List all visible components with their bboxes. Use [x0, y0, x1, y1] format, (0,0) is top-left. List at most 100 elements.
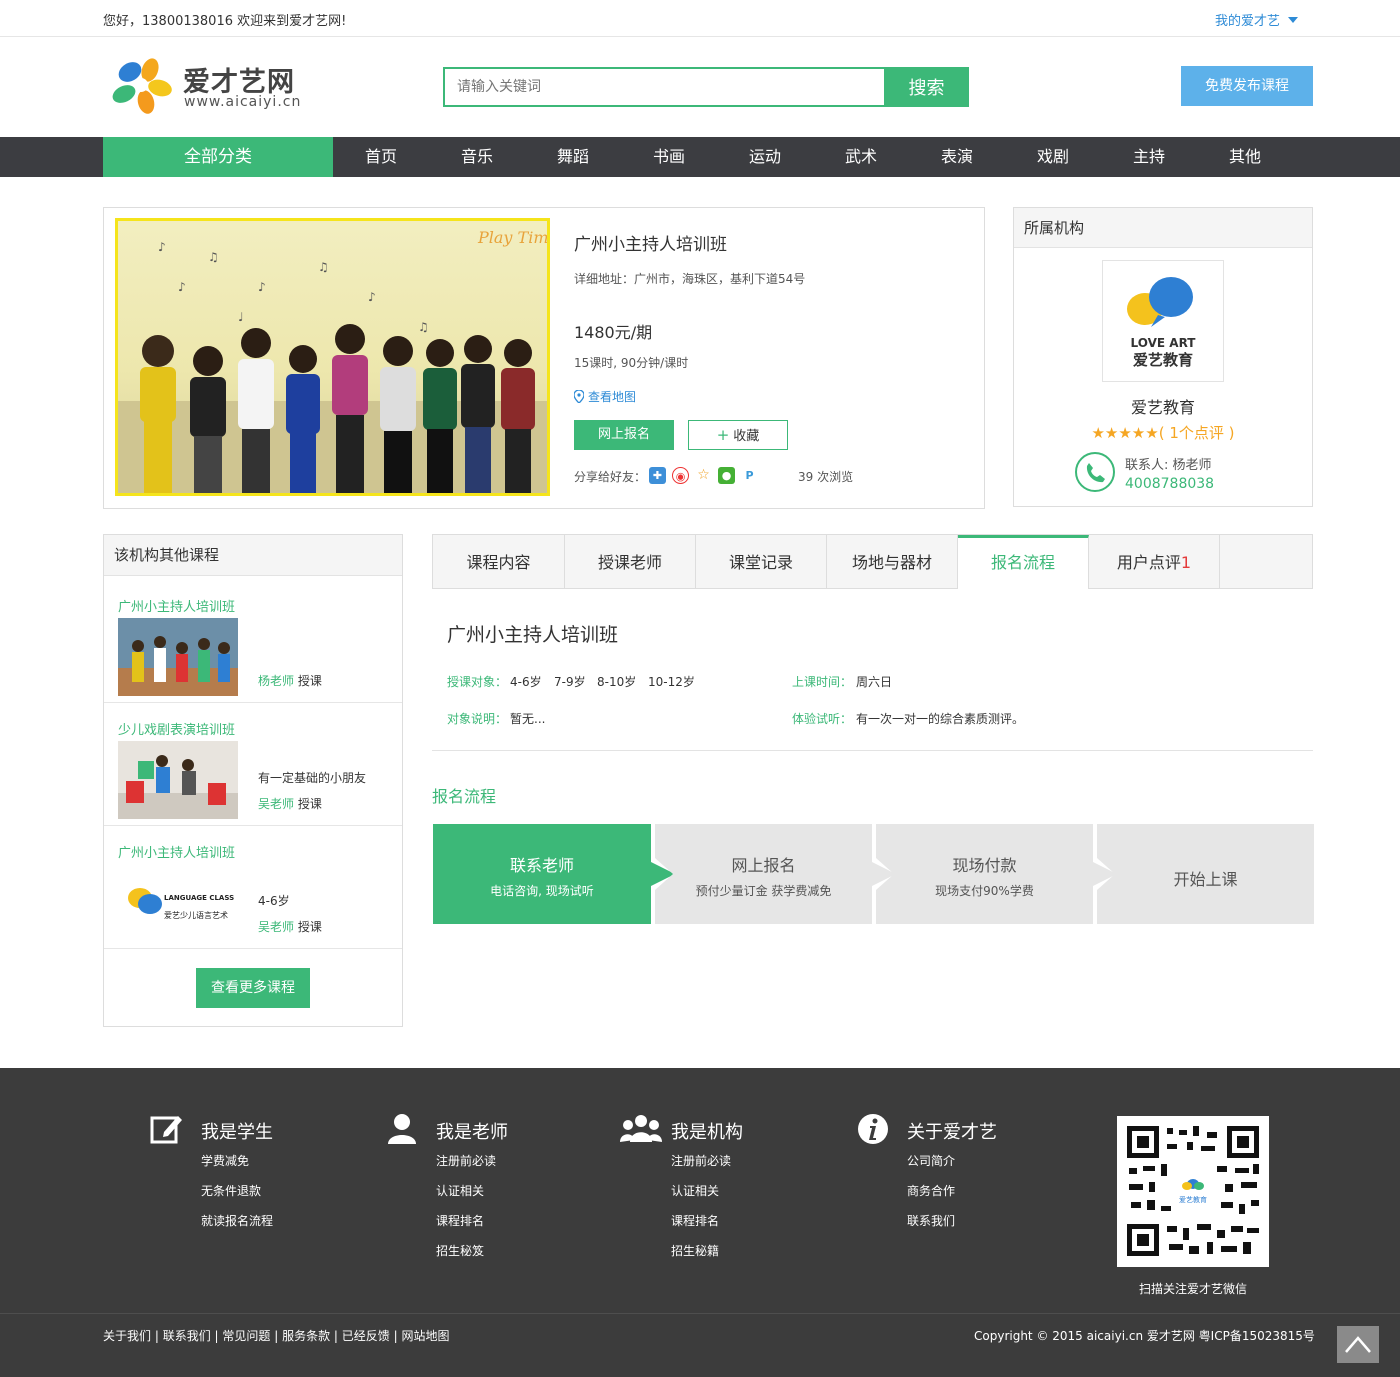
star-icons: ★★★★★: [1091, 424, 1159, 442]
chevron-up-icon: [1345, 1336, 1371, 1353]
list-item[interactable]: 广州小主持人培训班 杨老师 授课: [104, 580, 402, 703]
nav-all-categories[interactable]: 全部分类: [103, 137, 333, 177]
footer-link[interactable]: 招生秘籍: [671, 1242, 719, 1259]
star-share-icon[interactable]: ☆: [695, 467, 712, 484]
nav-item-music[interactable]: 音乐: [461, 137, 493, 177]
nav-item-dance[interactable]: 舞蹈: [557, 137, 589, 177]
nav-item-host[interactable]: 主持: [1133, 137, 1165, 177]
nav-item-home[interactable]: 首页: [365, 137, 397, 177]
org-review-count[interactable]: ( 1个点评 ): [1159, 424, 1235, 442]
svg-text:♫: ♫: [418, 320, 429, 334]
footer-col-title: 关于爱才艺: [907, 1122, 997, 1143]
tab-course-content[interactable]: 课程内容: [433, 535, 565, 588]
teacher-name[interactable]: 吴老师: [258, 920, 294, 934]
caret-down-icon[interactable]: [1288, 17, 1299, 23]
photo-caption: Play Time: [477, 228, 547, 247]
footer-bottom-link[interactable]: 已经反馈: [342, 1329, 390, 1343]
wechat-share-icon[interactable]: ●: [718, 467, 735, 484]
footer-bottom-link[interactable]: 联系我们: [163, 1329, 211, 1343]
org-phone: 4008788038: [1125, 476, 1215, 492]
logo-domain: www.aicaiyi.cn: [184, 94, 302, 110]
tab-reviews-label[interactable]: 用户点评: [1117, 553, 1181, 572]
other-course-thumbnail[interactable]: [118, 741, 238, 819]
qzone-share-icon[interactable]: ✚: [649, 467, 666, 484]
flow-step-title: 现场付款: [952, 856, 1017, 875]
detail-title: 广州小主持人培训班: [447, 624, 619, 646]
nav-item-sports[interactable]: 运动: [749, 137, 781, 177]
footer-link[interactable]: 课程排名: [671, 1212, 719, 1229]
footer-link[interactable]: 注册前必读: [436, 1152, 496, 1169]
organization-box: 所属机构 LOVE ART 爱艺教育 爱艺教育 ★★★★★( 1个点评 ) 联系…: [1013, 207, 1313, 507]
footer-link[interactable]: 学费减免: [201, 1152, 249, 1169]
org-rating: ★★★★★( 1个点评 ): [1014, 422, 1312, 443]
other-course-thumbnail[interactable]: LANGUAGE CLASS 爱艺少儿语言艺术: [118, 864, 238, 942]
favorite-button[interactable]: + 收藏: [688, 420, 788, 450]
tab-venue[interactable]: 场地与器材: [827, 535, 958, 588]
course-lessons: 15课时, 90分钟/课时: [574, 356, 689, 370]
view-map-link[interactable]: 查看地图: [573, 388, 636, 405]
view-map-label[interactable]: 查看地图: [588, 390, 636, 404]
teacher-name[interactable]: 杨老师: [258, 674, 294, 688]
nav-item-performance[interactable]: 表演: [941, 137, 973, 177]
nav-item-drama[interactable]: 戏剧: [1037, 137, 1069, 177]
flow-step-sub: 预付少量订金 获学费减免: [695, 884, 832, 898]
language-class-logo-en: LANGUAGE CLASS: [164, 894, 234, 902]
nav-item-martial-arts[interactable]: 武术: [845, 137, 877, 177]
edit-icon: [150, 1116, 182, 1144]
search-button[interactable]: 搜索: [884, 67, 969, 107]
weibo-share-icon[interactable]: ◉: [672, 467, 689, 484]
site-logo[interactable]: 爱才艺网 www.aicaiyi.cn: [110, 56, 310, 116]
footer-link[interactable]: 认证相关: [436, 1182, 484, 1199]
list-item[interactable]: 广州小主持人培训班 LANGUAGE CLASS 爱艺少儿语言艺术 4-6岁 吴老…: [104, 826, 402, 949]
footer-col-title: 我是机构: [671, 1122, 743, 1143]
footer-bottom-link[interactable]: 常见问题: [222, 1329, 270, 1343]
org-logo[interactable]: LOVE ART 爱艺教育: [1102, 260, 1224, 382]
desc-label: 对象说明：: [447, 712, 508, 726]
other-course-title[interactable]: 广州小主持人培训班: [118, 842, 235, 861]
other-course-thumbnail[interactable]: [118, 618, 238, 696]
other-course-title[interactable]: 广州小主持人培训班: [118, 596, 235, 615]
my-account-menu[interactable]: 我的爱才艺: [1215, 10, 1299, 29]
back-to-top-button[interactable]: [1337, 1326, 1379, 1363]
other-course-desc: 有一定基础的小朋友: [258, 771, 367, 785]
footer-bottom-link[interactable]: 网站地图: [401, 1329, 449, 1343]
flow-step-sub: 现场支付90%学费: [935, 884, 1034, 898]
other-courses-panel: 该机构其他课程 广州小主持人培训班 杨老师 授课 少儿戏剧表演培训班 有一定基础…: [103, 534, 403, 1027]
footer-col-title: 我是学生: [201, 1122, 273, 1143]
tab-reviews[interactable]: 用户点评1: [1089, 535, 1220, 588]
footer-link[interactable]: 课程排名: [436, 1212, 484, 1229]
my-account-label[interactable]: 我的爱才艺: [1215, 14, 1280, 29]
footer-link[interactable]: 商务合作: [907, 1182, 955, 1199]
footer-bottom-links: 关于我们 | 联系我们 | 常见问题 | 服务条款 | 已经反馈 | 网站地图: [103, 1329, 450, 1343]
tab-signup-process[interactable]: 报名流程: [958, 535, 1089, 589]
list-item[interactable]: 少儿戏剧表演培训班 有一定基础的小朋友 吴老师 授课: [104, 703, 402, 826]
other-course-title[interactable]: 少儿戏剧表演培训班: [118, 719, 235, 738]
footer-link[interactable]: 就读报名流程: [201, 1212, 273, 1229]
pinterest-share-icon[interactable]: P: [741, 467, 758, 484]
org-logo-cn: 爱艺教育: [1133, 351, 1193, 369]
target-value: 7-9岁: [554, 675, 586, 689]
publish-course-button[interactable]: 免费发布课程: [1181, 66, 1313, 106]
trial-value: 有一次一对一的综合素质测评。: [856, 712, 1025, 726]
footer-link[interactable]: 招生秘笈: [436, 1242, 484, 1259]
footer-link[interactable]: 认证相关: [671, 1182, 719, 1199]
online-signup-button[interactable]: 网上报名: [574, 420, 674, 450]
footer-link[interactable]: 无条件退款: [201, 1182, 261, 1199]
info-icon: [858, 1114, 888, 1144]
nav-item-painting[interactable]: 书画: [653, 137, 685, 177]
teacher-name[interactable]: 吴老师: [258, 797, 294, 811]
footer-bottom-link[interactable]: 服务条款: [282, 1329, 330, 1343]
footer-link[interactable]: 注册前必读: [671, 1152, 731, 1169]
footer-link[interactable]: 公司简介: [907, 1152, 955, 1169]
location-pin-icon: [573, 389, 585, 404]
footer-bottom-link[interactable]: 关于我们: [103, 1329, 151, 1343]
nav-item-other[interactable]: 其他: [1229, 137, 1261, 177]
footer-link[interactable]: 联系我们: [907, 1212, 955, 1229]
tab-class-records[interactable]: 课堂记录: [696, 535, 827, 588]
view-more-courses-button[interactable]: 查看更多课程: [196, 968, 310, 1008]
user-icon: [388, 1114, 416, 1144]
search-input[interactable]: [443, 67, 885, 107]
favorite-label[interactable]: 收藏: [733, 429, 759, 444]
divider: [432, 750, 1313, 751]
tab-teachers[interactable]: 授课老师: [565, 535, 696, 588]
